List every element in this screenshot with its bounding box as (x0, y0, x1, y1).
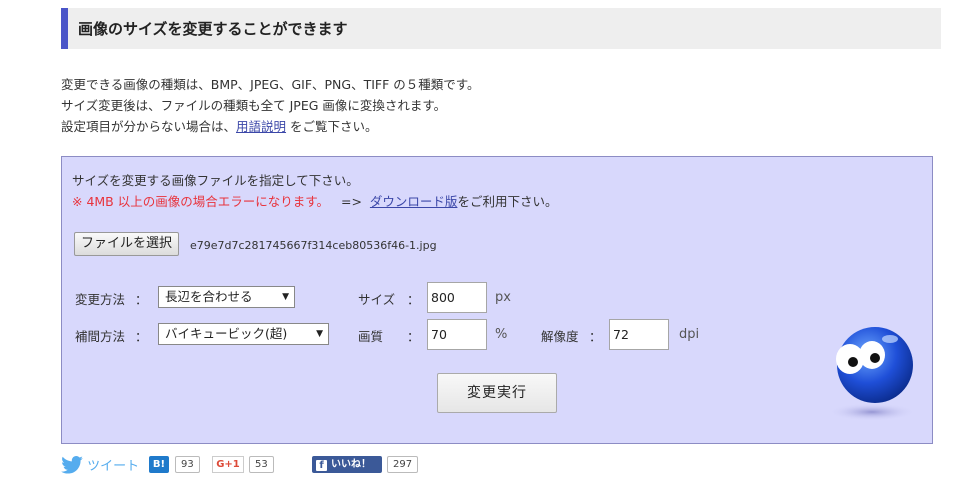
size-colon: ： (407, 292, 420, 307)
hatena-count: 93 (175, 456, 200, 473)
glossary-link[interactable]: 用語説明 (236, 119, 286, 134)
resolution-input[interactable]: 72 (609, 319, 669, 350)
resolution-unit: dpi (679, 327, 700, 342)
facebook-like-count: 297 (387, 456, 419, 473)
size-warning: ※ 4MB 以上の画像の場合エラーになります。 (72, 194, 329, 209)
warning-line: ※ 4MB 以上の画像の場合エラーになります。 => ダウンロード版をご利用下さ… (72, 191, 557, 210)
tweet-button[interactable]: ツイート (61, 455, 139, 474)
intro-line-3: 設定項目が分からない場合は、用語説明 をご覧下さい。 (61, 116, 480, 137)
interp-label: 補間方法 (75, 329, 126, 344)
heading-title: 画像のサイズを変更することができます (78, 20, 348, 38)
intro-line-2: サイズ変更後は、ファイルの種類も全て JPEG 画像に変換されます。 (61, 98, 447, 113)
blue-mascot-icon (828, 327, 916, 421)
intro-line-3-prefix: 設定項目が分からない場合は、 (61, 119, 237, 134)
method-label: 変更方法 (75, 292, 126, 307)
instruction-text: サイズを変更する画像ファイルを指定して下さい。 (72, 173, 359, 188)
section-heading: 画像のサイズを変更することができます (61, 8, 941, 49)
download-suffix: をご利用下さい。 (457, 194, 558, 209)
size-unit: px (495, 290, 511, 305)
google-plus-count: 53 (249, 456, 274, 473)
twitter-bird-icon (61, 456, 83, 474)
tweet-label: ツイート (87, 459, 140, 474)
dropdown-arrow-icon: ▼ (316, 329, 323, 339)
resize-form-panel: サイズを変更する画像ファイルを指定して下さい。 ※ 4MB 以上の画像の場合エラ… (61, 156, 933, 444)
facebook-like-label: いいね！ (331, 459, 371, 470)
resolution-label: 解像度 (541, 329, 579, 344)
size-label: サイズ (358, 292, 396, 307)
intro-line-3-suffix: をご覧下さい。 (286, 119, 378, 134)
interp-select[interactable]: バイキュービック(超) ▼ (158, 323, 329, 345)
facebook-icon: f (316, 460, 327, 471)
quality-input[interactable]: 70 (427, 319, 487, 350)
dropdown-arrow-icon: ▼ (282, 292, 289, 302)
interp-colon: ： (135, 329, 148, 344)
quality-colon: ： (407, 329, 420, 344)
quality-label: 画質 (358, 329, 384, 344)
download-version-link[interactable]: ダウンロード版 (370, 194, 458, 209)
method-select[interactable]: 長辺を合わせる ▼ (158, 286, 295, 308)
method-colon: ： (135, 292, 148, 307)
selected-file-name: e79e7d7c281745667f314ceb80536f46-1.jpg (190, 239, 437, 252)
google-plus-button[interactable]: G+1 (212, 456, 244, 473)
method-select-value: 長辺を合わせる (165, 289, 253, 304)
execute-resize-button[interactable]: 変更実行 (437, 373, 557, 413)
choose-file-button[interactable]: ファイルを選択 (74, 232, 180, 256)
interp-select-value: バイキュービック(超) (165, 326, 288, 341)
quality-unit: % (495, 327, 508, 342)
intro-text: 変更できる画像の種類は、BMP、JPEG、GIF、PNG、TIFF の５種類です… (61, 74, 480, 137)
hatena-bookmark-button[interactable]: B! (149, 456, 169, 473)
intro-line-1: 変更できる画像の種類は、BMP、JPEG、GIF、PNG、TIFF の５種類です… (61, 77, 480, 92)
facebook-like-button[interactable]: f いいね！ (312, 456, 382, 473)
arrow-text: => (340, 194, 362, 209)
resolution-colon: ： (589, 329, 602, 344)
size-input[interactable]: 800 (427, 282, 487, 313)
